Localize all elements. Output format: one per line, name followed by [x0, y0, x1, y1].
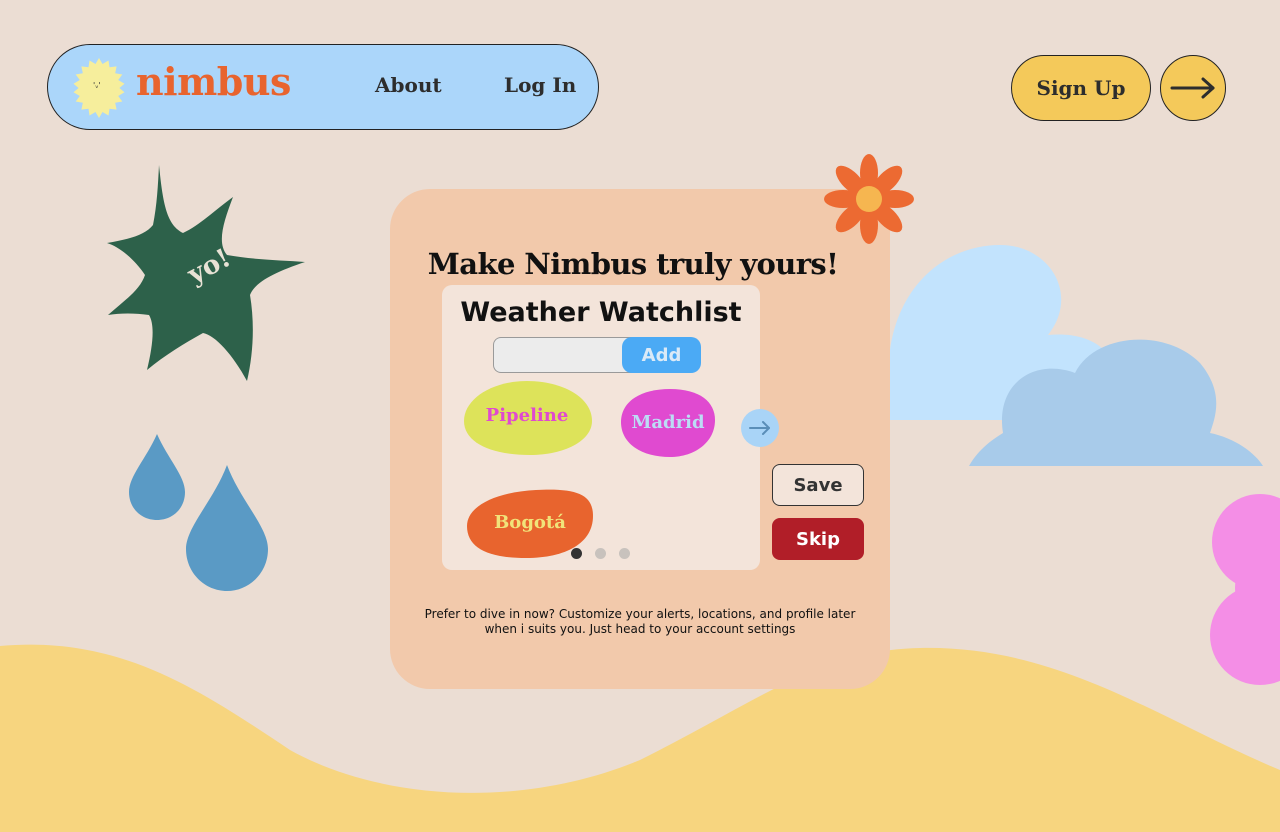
watchlist-panel: Weather Watchlist Add Pipeline Madrid Bo… [442, 285, 760, 570]
cloud-dark [969, 339, 1263, 466]
settings-footnote: Prefer to dive in now? Customize your al… [424, 607, 856, 636]
save-button[interactable]: Save [772, 464, 864, 506]
orange-flower [824, 154, 914, 244]
chip-label: Pipeline [485, 405, 569, 426]
nav-arrow-button[interactable] [1160, 55, 1226, 121]
signup-button[interactable]: Sign Up [1011, 55, 1151, 121]
sun-face-icon: 'ᵥ' [73, 58, 125, 118]
city-chip-madrid[interactable]: Madrid [620, 388, 716, 458]
raindrop-small [129, 434, 185, 520]
chip-label: Bogotá [494, 512, 566, 533]
add-city-button[interactable]: Add [622, 337, 701, 373]
skip-button[interactable]: Skip [772, 518, 864, 560]
pink-flower [1210, 494, 1280, 685]
pagination-dot-2[interactable] [595, 548, 606, 559]
nav-about-link[interactable]: About [375, 73, 442, 97]
pagination-dot-3[interactable] [619, 548, 630, 559]
next-page-button[interactable] [741, 409, 779, 447]
raindrop-large [186, 465, 268, 591]
arrow-right-icon [1170, 77, 1215, 99]
svg-text:'ᵥ': 'ᵥ' [93, 81, 101, 90]
brand-logo[interactable]: nimbus [136, 59, 291, 104]
top-nav: 'ᵥ' nimbus About Log In [47, 44, 599, 130]
card-title: Make Nimbus truly yours! [427, 247, 839, 281]
city-search-input[interactable] [493, 337, 633, 373]
arrow-right-icon [749, 421, 770, 435]
panel-title: Weather Watchlist [460, 297, 742, 328]
yo-starburst: yo! [107, 165, 305, 381]
onboarding-card: Make Nimbus truly yours! Weather Watchli… [390, 189, 890, 689]
chip-label: Madrid [631, 412, 705, 433]
pagination-dot-1[interactable] [571, 548, 582, 559]
city-chip-pipeline[interactable]: Pipeline [462, 379, 592, 457]
nav-login-link[interactable]: Log In [504, 73, 576, 97]
